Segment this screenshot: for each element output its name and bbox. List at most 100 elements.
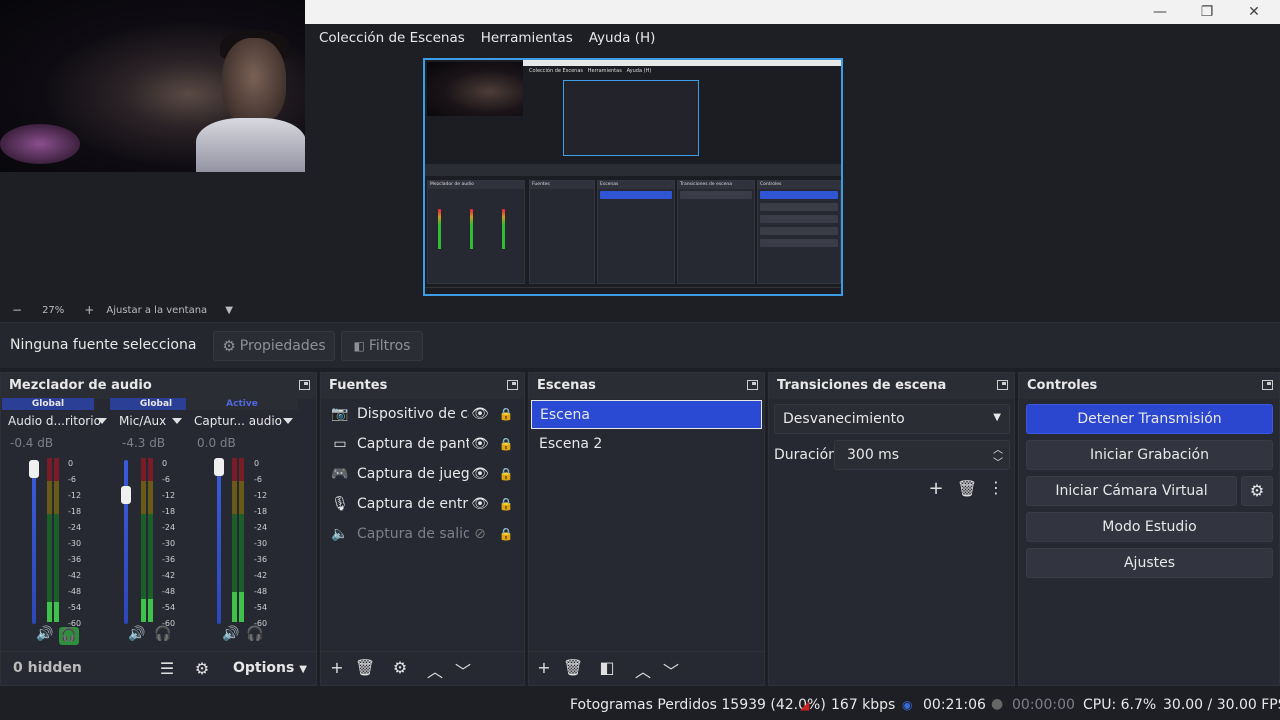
eye-hidden-icon[interactable]: ⊘ (469, 526, 491, 542)
db-scale-tick: -6 (68, 475, 76, 484)
db-scale-tick: -54 (68, 603, 82, 612)
zoom-in-button[interactable]: + (78, 303, 100, 317)
volume-slider-handle[interactable] (121, 486, 131, 504)
menu-tools[interactable]: Herramientas (473, 30, 581, 46)
trash-icon[interactable]: 🗑 (354, 658, 376, 677)
layout-toggle-icon[interactable]: ☰ (156, 659, 178, 678)
preview-canvas[interactable]: Colección de Escenas Herramientas Ayuda … (423, 58, 843, 296)
more-options-icon[interactable]: ⋮ (985, 478, 1007, 497)
db-scale-tick: 0 (162, 459, 168, 468)
move-up-icon[interactable]: ︿ (424, 658, 446, 682)
filters-button[interactable]: ◧ Filtros (341, 331, 423, 361)
db-scale-tick: -36 (254, 555, 268, 564)
eye-icon[interactable]: 👁 (469, 496, 491, 512)
source-item[interactable]: ▭ Captura de pantall 👁 🔒 (325, 430, 520, 458)
start-virtual-camera-button[interactable]: Iniciar Cámara Virtual (1026, 476, 1237, 506)
close-button[interactable]: ✕ (1239, 2, 1269, 22)
speaker-icon[interactable]: 🔊 (36, 626, 53, 642)
transitions-title: Transiciones de escena (769, 373, 1014, 399)
trash-icon[interactable]: 🗑 (956, 479, 978, 498)
source-item[interactable]: 🎮 Captura de juego 👁 🔒 (325, 460, 520, 488)
add-icon[interactable]: + (925, 478, 947, 499)
lock-icon[interactable]: 🔒 (495, 437, 517, 451)
filter-icon[interactable]: ◧ (596, 658, 618, 677)
add-icon[interactable]: + (326, 658, 348, 677)
duration-input[interactable]: 300 ms ︿ ﹀ (834, 440, 1010, 470)
undock-icon[interactable] (1262, 380, 1273, 390)
chevron-down-icon: ▼ (993, 412, 1001, 423)
source-label: Captura de entrad (357, 496, 469, 512)
stop-stream-button[interactable]: Detener Transmisión (1026, 404, 1273, 434)
undock-icon[interactable] (507, 380, 518, 390)
scene-item[interactable]: Escena (531, 400, 762, 429)
menu-scene-collection[interactable]: Colección de Escenas (311, 30, 473, 46)
add-icon[interactable]: + (533, 658, 555, 677)
studio-mode-button[interactable]: Modo Estudio (1026, 512, 1273, 542)
level-meter (54, 458, 59, 622)
source-item[interactable]: 🎙 Captura de entrad 👁 🔒 (325, 490, 520, 518)
start-recording-button[interactable]: Iniciar Grabación (1026, 440, 1273, 470)
minimize-button[interactable]: — (1145, 2, 1175, 22)
db-scale-tick: -48 (254, 587, 268, 596)
lock-icon[interactable]: 🔒 (495, 467, 517, 481)
zoom-out-button[interactable]: − (6, 303, 28, 317)
eye-icon[interactable]: 👁 (469, 466, 491, 482)
settings-button[interactable]: Ajustes (1026, 548, 1273, 578)
channel-name: Captur... audio (194, 414, 283, 428)
zoom-dropdown-icon[interactable]: ▼ (219, 305, 239, 316)
channel-name: Audio d...ritorio (8, 414, 101, 428)
volume-slider[interactable] (32, 460, 36, 624)
volume-slider-handle[interactable] (29, 460, 39, 478)
virtual-camera-settings-icon[interactable]: ⚙ (1241, 476, 1273, 506)
headphones-off-icon[interactable]: 🎧 (154, 626, 171, 642)
headphones-off-icon[interactable]: 🎧 (246, 626, 263, 642)
speaker-icon[interactable]: 🔊 (128, 626, 145, 642)
advanced-settings-icon[interactable]: ⚙ (191, 659, 213, 678)
record-icon: ● (991, 696, 1004, 712)
eye-icon[interactable]: 👁 (469, 436, 491, 452)
headphones-icon[interactable]: 🎧 (59, 627, 79, 645)
gear-icon[interactable]: ⚙ (389, 658, 411, 677)
db-scale-tick: -48 (68, 587, 82, 596)
lock-icon[interactable]: 🔒 (495, 407, 517, 421)
volume-slider[interactable] (124, 460, 128, 624)
stepper-down-icon[interactable]: ﹀ (993, 454, 1003, 469)
undock-icon[interactable] (997, 380, 1008, 390)
speaker-icon[interactable]: 🔊 (222, 626, 239, 642)
db-scale-tick: -54 (254, 603, 268, 612)
level-meter (148, 458, 153, 622)
options-button[interactable]: Options ▼ (233, 660, 307, 676)
properties-button[interactable]: ⚙ Propiedades (213, 331, 335, 361)
transition-select[interactable]: Desvanecimiento ▼ (774, 404, 1010, 434)
gamepad-icon: 🎮 (331, 466, 349, 482)
undock-icon[interactable] (747, 380, 758, 390)
chevron-down-icon[interactable] (97, 418, 107, 424)
move-up-icon[interactable]: ︿ (632, 658, 654, 682)
level-meter (47, 458, 52, 622)
source-label: Captura de juego (357, 466, 469, 482)
move-down-icon[interactable]: ﹀ (452, 658, 474, 682)
scene-item[interactable]: Escena 2 (531, 430, 762, 459)
source-label: Dispositivo de cap (357, 406, 469, 422)
level-meter (239, 458, 244, 622)
db-scale-tick: -18 (254, 507, 268, 516)
db-scale-tick: -36 (162, 555, 176, 564)
chevron-down-icon[interactable] (172, 418, 182, 424)
zoom-fit-label: Ajustar a la ventana (106, 304, 208, 316)
lock-icon[interactable]: 🔒 (495, 497, 517, 511)
menu-help[interactable]: Ayuda (H) (581, 30, 664, 46)
volume-slider-handle[interactable] (214, 458, 224, 476)
record-time: 00:00:00 (1012, 697, 1075, 713)
move-down-icon[interactable]: ﹀ (660, 658, 682, 682)
trash-icon[interactable]: 🗑 (562, 658, 584, 677)
db-scale-tick: -24 (162, 523, 176, 532)
maximize-button[interactable]: ❐ (1192, 2, 1222, 22)
source-item[interactable]: 🔈 Captura de salida ( ⊘ 🔒 (325, 520, 520, 548)
eye-icon[interactable]: 👁 (469, 406, 491, 422)
undock-icon[interactable] (299, 380, 310, 390)
chevron-down-icon[interactable] (283, 418, 293, 424)
source-item[interactable]: 📷 Dispositivo de cap 👁 🔒 (325, 400, 520, 428)
lock-icon[interactable]: 🔒 (495, 527, 517, 541)
source-toolbar: Ninguna fuente selecciona ⚙ Propiedades … (0, 322, 1280, 368)
volume-slider[interactable] (217, 460, 221, 624)
